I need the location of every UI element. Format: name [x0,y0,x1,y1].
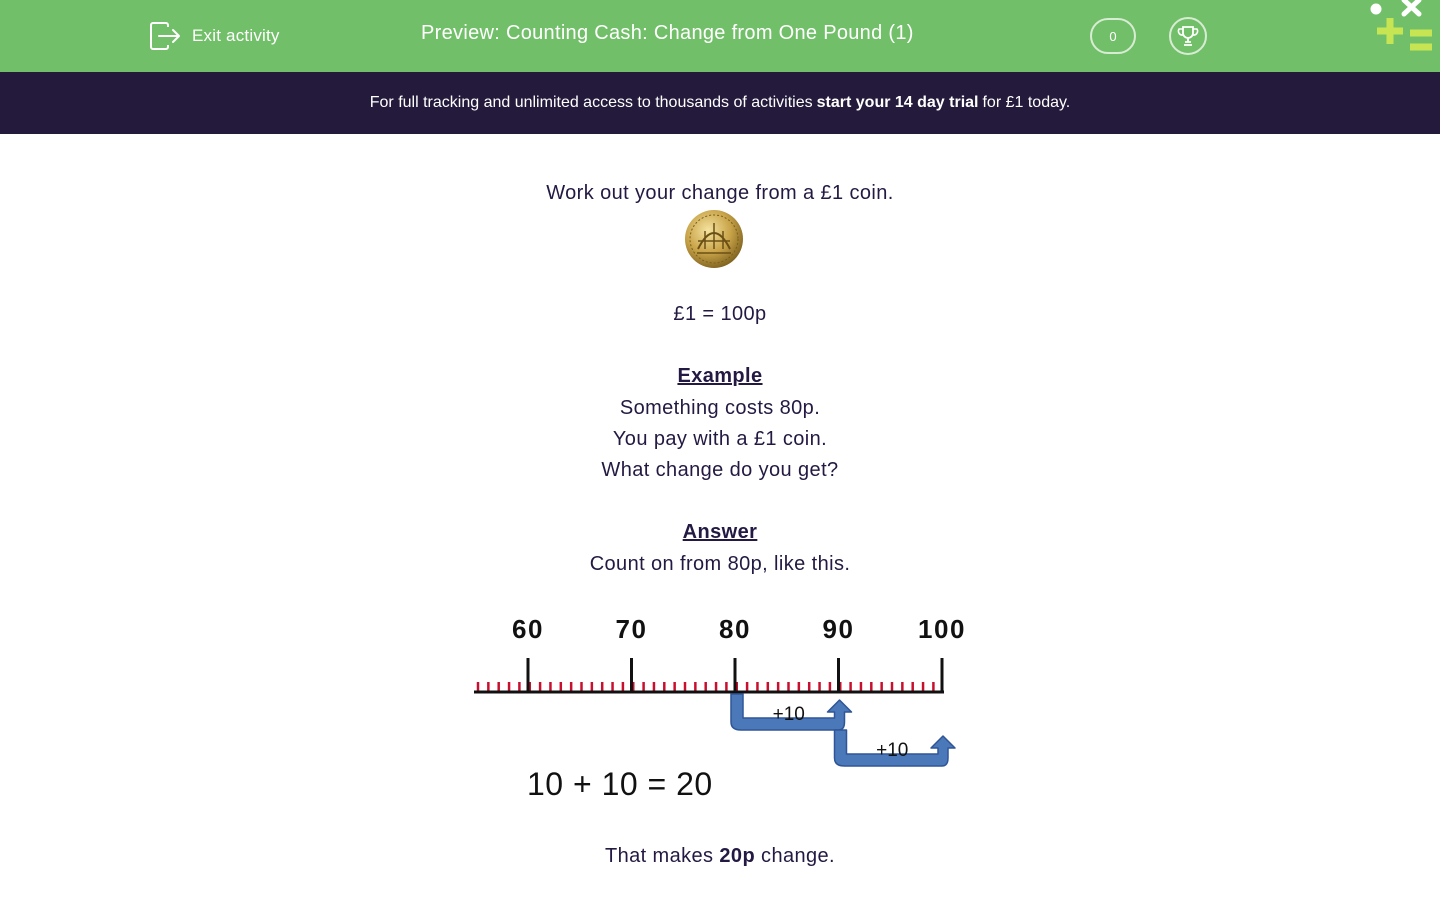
jump-arrows: +10 +10 [730,693,956,767]
question-prompt: Work out your change from a £1 coin. [546,182,894,204]
conclusion: That makes 20p change. [0,845,1440,868]
page-title: Preview: Counting Cash: Change from One … [421,22,914,44]
change-amount: 20p [719,845,756,867]
tick-label: 90 [823,614,855,644]
example-line: Something costs 80p. [619,397,821,419]
example-line: What change do you get? [601,459,839,481]
example-heading: Example [677,365,763,387]
exit-activity-label: Exit activity [192,26,280,45]
conclusion-text-end: change. [761,845,836,867]
tick-label: 70 [616,614,648,644]
example-line: You pay with a £1 coin. [612,428,828,450]
number-line-diagram: 60 70 80 90 100 +10 +10 [474,614,966,767]
jump-label: +10 [876,740,908,761]
trial-link[interactable]: start your 14 day trial [817,94,979,112]
jump-label: +10 [773,704,805,725]
pound-coin-icon [685,210,743,268]
score-badge: 0 [1090,18,1136,54]
pound-equivalence: £1 = 100p [673,303,767,325]
answer-heading: Answer [682,521,758,543]
trophy-icon [1177,26,1199,46]
top-bar: Exit activity Preview: Counting Cash: Ch… [0,0,1440,72]
banner-text-end: for £1 today. [982,94,1071,111]
tick-label: 80 [719,614,751,644]
answer-intro: Count on from 80p, like this. [589,553,851,575]
brand-logo [1370,0,1432,51]
exit-activity-button[interactable]: Exit activity [148,20,280,52]
tick-labels: 60 70 80 90 100 [512,614,966,644]
banner-text: For full tracking and unlimited access t… [369,94,813,111]
major-ticks [526,658,944,692]
conclusion-text: That makes [604,845,714,867]
trial-banner: For full tracking and unlimited access t… [0,72,1440,134]
trophy-button[interactable] [1169,17,1207,55]
exit-icon [150,22,180,50]
tick-label: 60 [512,614,544,644]
question-content: Work out your change from a £1 coin. £1 … [0,134,1440,900]
tick-label: 100 [918,614,966,644]
sum-equation: 10 + 10 = 20 [527,766,713,802]
